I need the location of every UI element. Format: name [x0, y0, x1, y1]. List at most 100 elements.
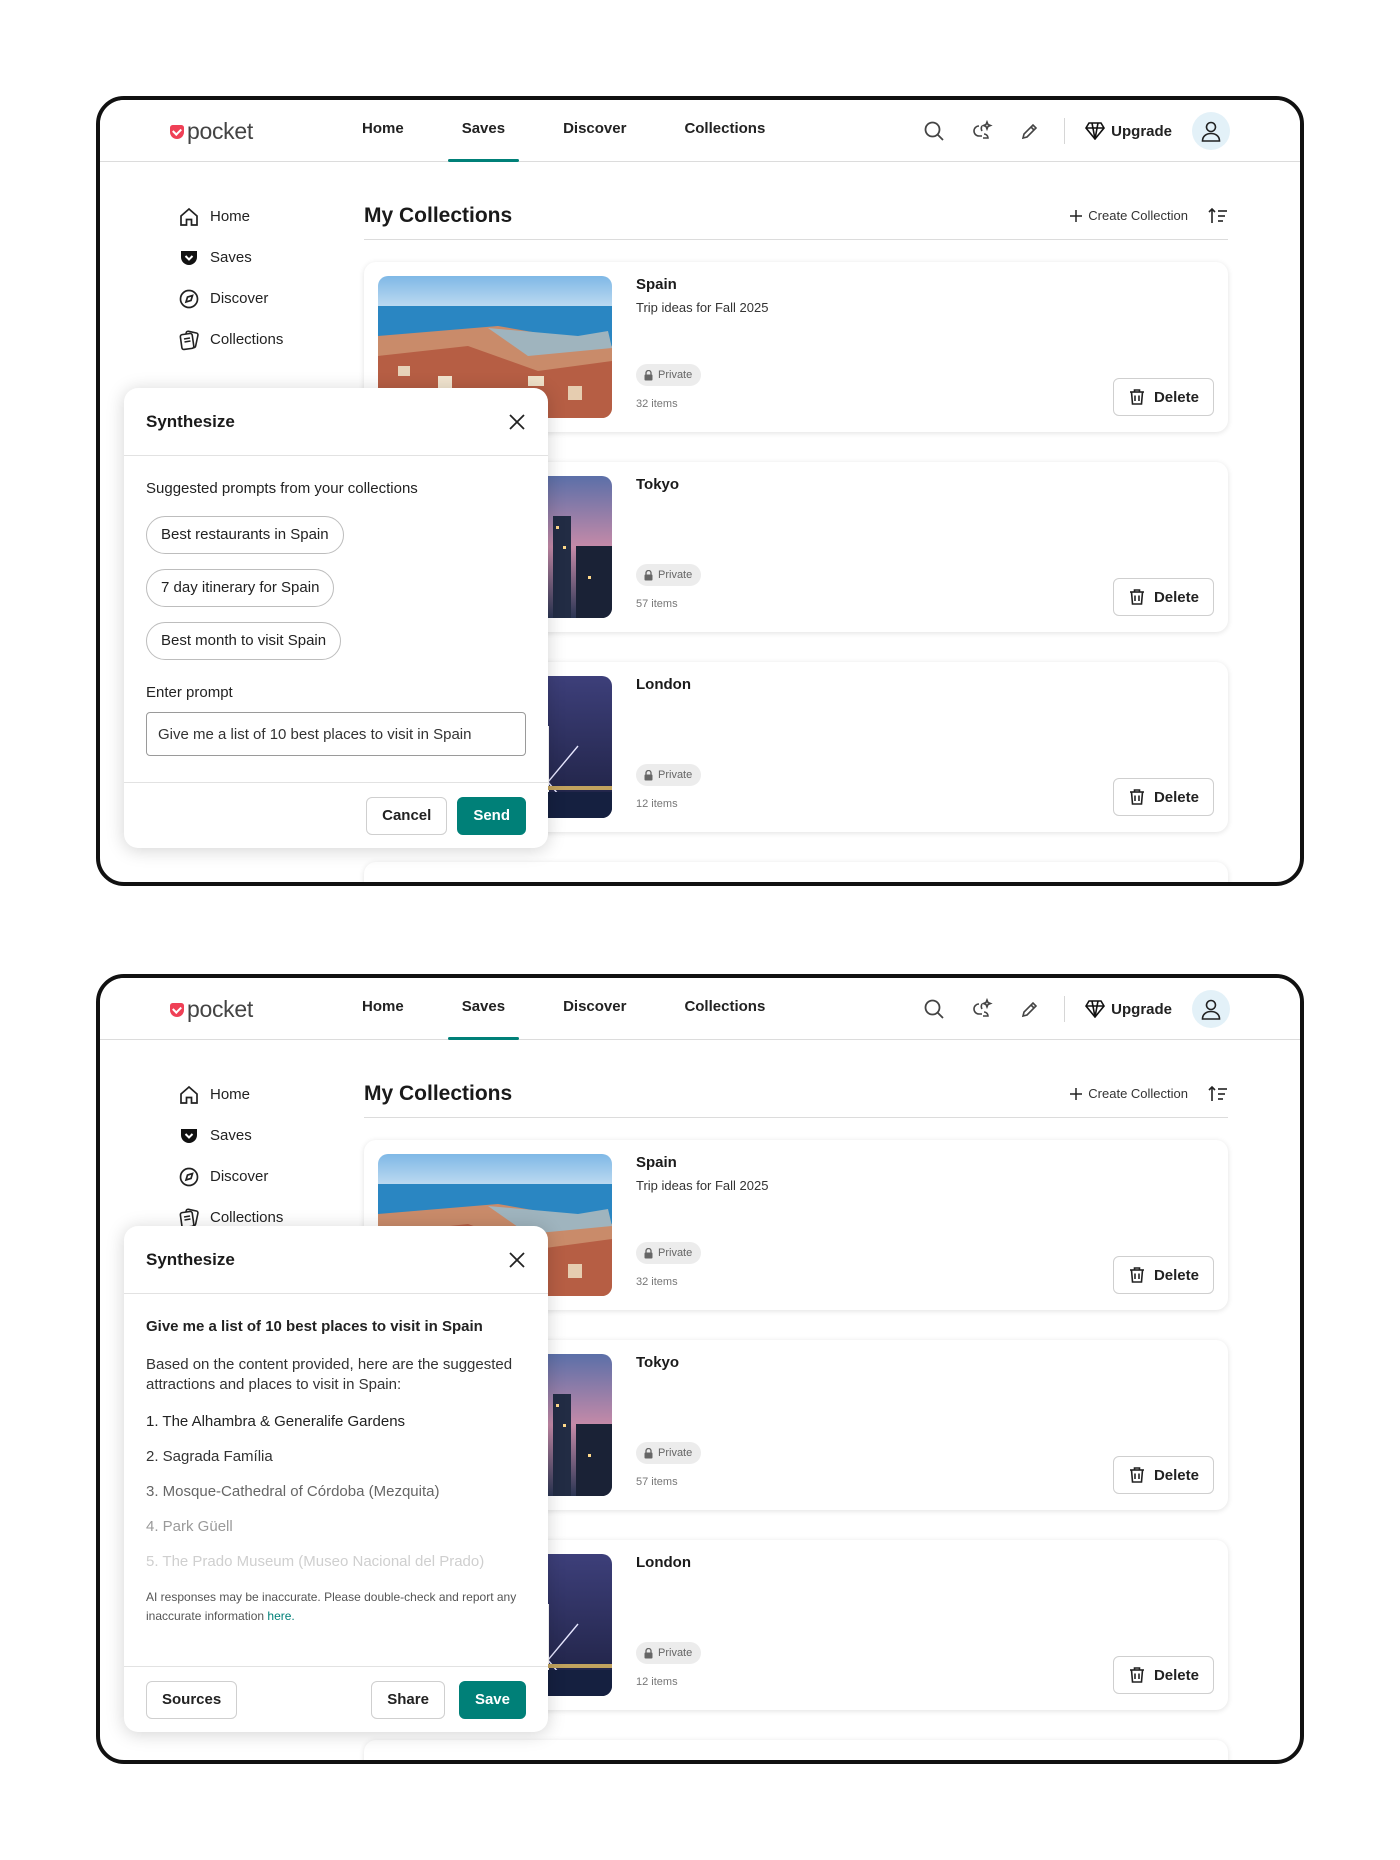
logo-text: pocket — [187, 118, 253, 144]
card-title: Tokyo — [636, 1354, 680, 1371]
sources-button[interactable]: Sources — [146, 1680, 238, 1719]
delete-button[interactable]: Delete — [1112, 778, 1214, 816]
nav-discover[interactable]: Discover — [541, 978, 648, 1040]
answer-list-item: 4. Park Güell — [146, 1518, 233, 1535]
delete-label: Delete — [1153, 788, 1199, 806]
prompt-input[interactable] — [146, 712, 526, 756]
nav-saves[interactable]: Saves — [440, 100, 527, 162]
delete-button[interactable]: Delete — [1112, 378, 1214, 416]
create-collection-button[interactable]: Create Collection — [1070, 1086, 1188, 1101]
item-count: 12 items — [636, 1676, 678, 1688]
pocket-logo[interactable]: pocket — [170, 996, 253, 1023]
toolbar-divider — [1064, 996, 1066, 1022]
pocket-logo[interactable]: pocket — [170, 118, 253, 145]
item-count: 12 items — [636, 798, 678, 810]
item-count: 57 items — [636, 598, 678, 610]
disclaimer-text: AI responses may be inaccurate. Please d… — [146, 1590, 517, 1623]
close-icon[interactable] — [508, 1251, 526, 1269]
prompt-label: Enter prompt — [146, 684, 233, 701]
delete-button[interactable]: Delete — [1112, 1256, 1214, 1294]
sidebar-item-home[interactable]: Home — [178, 196, 283, 237]
prompt-chip[interactable]: 7 day itinerary for Spain — [146, 569, 335, 607]
trash-icon — [1129, 589, 1144, 605]
private-badge: Private — [636, 1242, 702, 1264]
lock-icon — [644, 769, 653, 780]
sort-icon[interactable] — [1208, 207, 1228, 225]
sidebar-item-saves[interactable]: Saves — [178, 237, 283, 278]
item-count: 57 items — [636, 1476, 678, 1488]
nav-collections[interactable]: Collections — [662, 978, 787, 1040]
card-title: Spain — [636, 1154, 677, 1171]
sidebar-item-label: Discover — [210, 1168, 269, 1185]
sidebar-item-home[interactable]: Home — [178, 1074, 283, 1115]
sidebar-item-discover[interactable]: Discover — [178, 278, 283, 319]
panel-header: Synthesize — [124, 388, 548, 456]
share-button[interactable]: Share — [371, 1680, 445, 1719]
delete-label: Delete — [1153, 1266, 1199, 1284]
trash-icon — [1129, 1667, 1144, 1683]
lock-icon — [644, 569, 653, 580]
edit-pencil-icon[interactable] — [1016, 117, 1044, 145]
trash-icon — [1129, 389, 1144, 405]
report-link[interactable]: here. — [267, 1609, 294, 1623]
home-icon — [180, 207, 198, 226]
private-badge: Private — [636, 364, 702, 386]
compass-icon — [179, 1167, 199, 1186]
prompt-chips: Best restaurants in Spain 7 day itinerar… — [146, 501, 526, 660]
synthesize-panel: Synthesize Suggested prompts from your c… — [124, 388, 548, 848]
delete-label: Delete — [1153, 388, 1199, 406]
nav-saves[interactable]: Saves — [440, 978, 527, 1040]
panel-header: Synthesize — [124, 1226, 548, 1294]
badge-label: Private — [658, 1647, 693, 1659]
sidebar-item-collections[interactable]: Collections — [178, 319, 283, 360]
sidebar-item-saves[interactable]: Saves — [178, 1115, 283, 1156]
answer-body: Give me a list of 10 best places to visi… — [124, 1318, 548, 1626]
delete-button[interactable]: Delete — [1112, 578, 1214, 616]
top-nav: pocket Home Saves Discover Collections U… — [100, 978, 1300, 1040]
main-content: My Collections Create Collection Spain T… — [364, 1070, 1228, 1760]
search-icon[interactable] — [920, 995, 948, 1023]
pocket-logo-icon — [170, 124, 184, 139]
card-title: London — [636, 1554, 691, 1571]
send-button[interactable]: Send — [457, 796, 526, 835]
collection-card-peek — [364, 862, 1228, 882]
upgrade-label: Upgrade — [1111, 1000, 1172, 1018]
nav-discover[interactable]: Discover — [541, 100, 648, 162]
prompt-chip[interactable]: Best restaurants in Spain — [146, 516, 344, 554]
ai-sparkle-icon[interactable] — [968, 117, 996, 145]
delete-button[interactable]: Delete — [1112, 1456, 1214, 1494]
lock-icon — [644, 1447, 653, 1458]
toolbar-icons: Upgrade — [920, 990, 1230, 1028]
sort-icon[interactable] — [1208, 1085, 1228, 1103]
prompt-chip[interactable]: Best month to visit Spain — [146, 622, 342, 660]
avatar[interactable] — [1192, 990, 1230, 1028]
suggested-prompts-heading: Suggested prompts from your collections — [146, 480, 418, 497]
close-icon[interactable] — [508, 413, 526, 431]
nav-home[interactable]: Home — [340, 978, 426, 1040]
upgrade-button[interactable]: Upgrade — [1085, 122, 1172, 140]
item-count: 32 items — [636, 1276, 678, 1288]
search-icon[interactable] — [920, 117, 948, 145]
delete-button[interactable]: Delete — [1112, 1656, 1214, 1694]
app-window-prompt: pocket Home Saves Discover Collections U… — [96, 96, 1304, 886]
card-description: Trip ideas for Fall 2025 — [636, 1178, 769, 1193]
ai-sparkle-icon[interactable] — [968, 995, 996, 1023]
answer-list-item: 3. Mosque-Cathedral of Córdoba (Mezquita… — [146, 1483, 440, 1500]
create-collection-button[interactable]: Create Collection — [1070, 208, 1188, 223]
nav-links: Home Saves Discover Collections — [340, 100, 801, 162]
private-badge: Private — [636, 1442, 702, 1464]
saves-icon — [181, 250, 197, 265]
save-button[interactable]: Save — [458, 1680, 526, 1719]
badge-label: Private — [658, 569, 693, 581]
sidebar-item-label: Saves — [210, 249, 252, 266]
sidebar-item-discover[interactable]: Discover — [178, 1156, 283, 1197]
nav-collections[interactable]: Collections — [662, 100, 787, 162]
edit-pencil-icon[interactable] — [1016, 995, 1044, 1023]
card-description: Trip ideas for Fall 2025 — [636, 300, 769, 315]
answer-question: Give me a list of 10 best places to visi… — [146, 1318, 483, 1335]
upgrade-button[interactable]: Upgrade — [1085, 1000, 1172, 1018]
cancel-button[interactable]: Cancel — [366, 796, 448, 835]
collection-card-peek — [364, 1740, 1228, 1760]
nav-home[interactable]: Home — [340, 100, 426, 162]
avatar[interactable] — [1192, 112, 1230, 150]
